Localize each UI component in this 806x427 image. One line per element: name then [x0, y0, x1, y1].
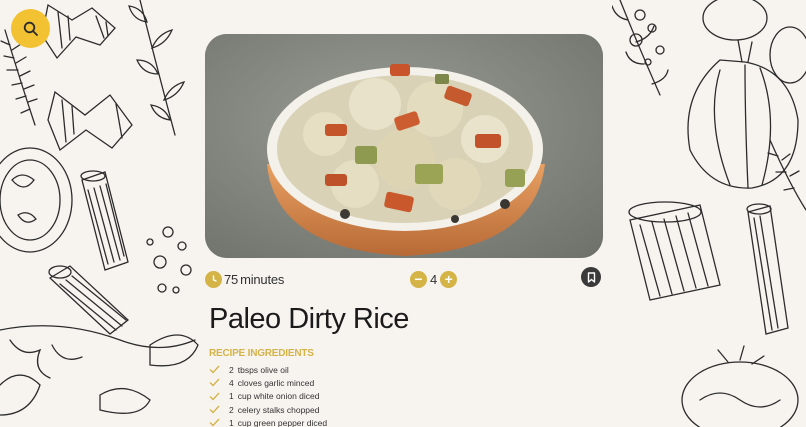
ingredient-qty: 4	[229, 377, 234, 388]
check-icon	[209, 392, 220, 401]
check-icon	[209, 365, 220, 374]
ingredients-list: 2 tbsps olive oil 4 cloves garlic minced…	[209, 363, 327, 427]
herb-leaves-left-doodle	[128, 0, 186, 136]
ingredient-qty: 1	[229, 391, 234, 402]
ingredient-qty: 2	[229, 364, 234, 375]
bookmark-button[interactable]	[581, 267, 601, 287]
bowtie-pasta-left-doodle	[47, 90, 133, 152]
ingredient-item: 4 cloves garlic minced	[209, 376, 327, 389]
ingredients-heading: RECIPE INGREDIENTS	[209, 348, 314, 359]
ingredient-qty: 1	[229, 417, 234, 427]
decrease-servings-button[interactable]: −	[410, 271, 427, 288]
ingredient-text: cloves garlic minced	[237, 377, 315, 388]
rigatoni-right-doodle	[628, 201, 789, 335]
tomato-slice-left-doodle	[0, 147, 73, 253]
check-icon	[209, 405, 220, 414]
ingredient-item: 2 celery stalks chopped	[209, 403, 327, 416]
ingredient-item: 1 cup green pepper diced	[209, 416, 327, 427]
servings-stepper: − 4 +	[410, 271, 458, 288]
tomato-right-doodle	[681, 345, 799, 427]
ingredient-text: tbsps olive oil	[237, 364, 289, 375]
cook-time-unit: minutes	[240, 272, 285, 287]
search-button[interactable]	[11, 9, 50, 48]
peppercorn-dots-left-doodle	[146, 226, 192, 294]
cook-time: 75 minutes	[205, 271, 284, 288]
search-icon	[23, 21, 38, 36]
ingredient-text: cup green pepper diced	[237, 417, 328, 427]
ingredient-item: 2 tbsps olive oil	[209, 363, 327, 376]
cook-time-value: 75	[224, 272, 239, 287]
bookmark-icon	[587, 271, 595, 283]
clock-icon	[205, 271, 222, 288]
olives-right-doodle	[629, 0, 806, 84]
recipe-photo	[205, 34, 603, 258]
recipe-card: 75 minutes − 4 + Paleo Dirty Rice RECIPE…	[199, 0, 612, 427]
ingredient-text: celery stalks chopped	[237, 404, 320, 415]
ingredient-item: 1 cup white onion diced	[209, 390, 327, 403]
check-icon	[209, 378, 220, 387]
bottom-left-doodles	[0, 325, 199, 416]
ingredient-text: cup white onion diced	[237, 391, 320, 402]
recipe-meta-bar: 75 minutes − 4 +	[199, 267, 612, 292]
rigatoni-left-doodle	[48, 170, 130, 335]
check-icon	[209, 418, 220, 427]
recipe-title: Paleo Dirty Rice	[209, 303, 409, 335]
increase-servings-button[interactable]: +	[440, 271, 458, 288]
servings-count: 4	[430, 272, 438, 287]
bowtie-pasta-top-doodle	[41, 3, 116, 60]
ingredient-qty: 2	[229, 404, 234, 415]
